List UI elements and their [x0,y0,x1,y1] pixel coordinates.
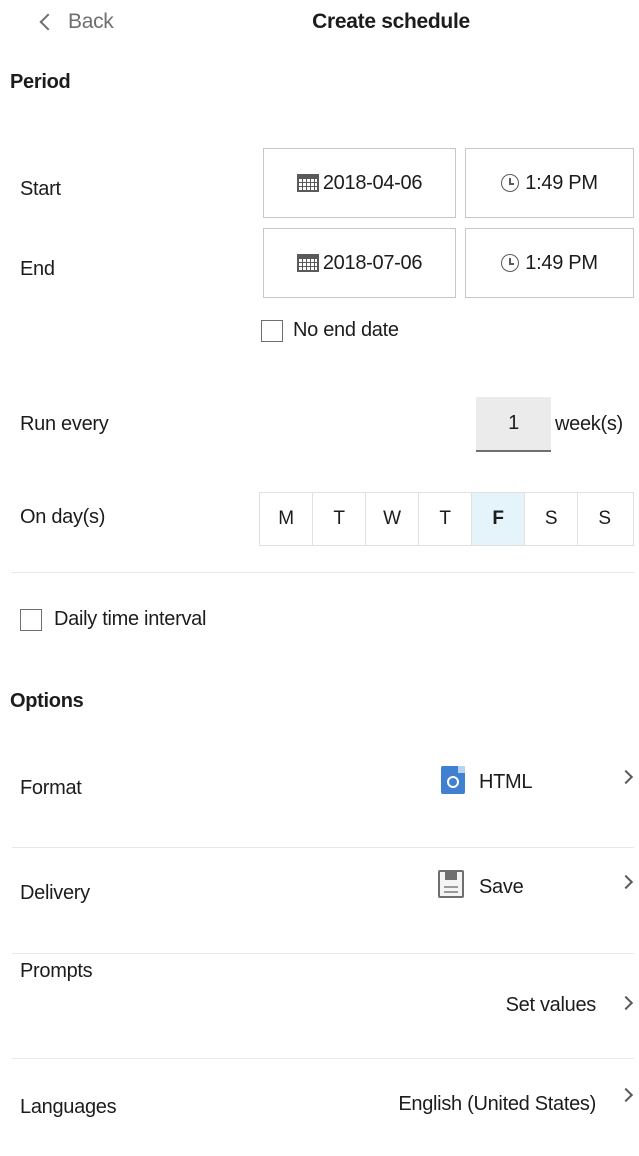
format-row[interactable]: Format HTML [0,745,639,845]
no-end-date-checkbox[interactable] [261,319,283,342]
prompts-value: Set values [505,994,597,1016]
start-date-value: 2018-04-06 [322,171,423,194]
no-end-date-label: No end date [293,319,399,341]
chevron-right-icon [618,769,634,785]
end-time-value: 1:49 PM [525,251,598,274]
day-picker: M T W T F S S [259,492,634,546]
run-every-label: Run every [20,413,109,435]
calendar-icon [296,254,319,272]
page-title: Create schedule [312,10,470,33]
run-every-value: 1 [508,412,519,434]
end-date-value: 2018-07-06 [322,251,423,274]
daily-time-interval-option[interactable]: Daily time interval [20,608,206,631]
chevron-right-icon [618,874,634,890]
start-label: Start [20,178,61,200]
end-date-field[interactable]: 2018-07-06 [263,228,456,298]
prompts-row[interactable]: Prompts Set values [0,955,639,1055]
end-time-field[interactable]: 1:49 PM [465,228,634,298]
html-file-icon [441,766,465,794]
format-label: Format [20,777,82,799]
day-tuesday[interactable]: T [313,493,366,545]
period-heading: Period [10,71,71,93]
daily-time-interval-checkbox[interactable] [20,608,42,631]
daily-time-interval-label: Daily time interval [54,608,207,630]
clock-icon [501,174,520,192]
languages-row[interactable]: Languages English (United States) [0,1060,639,1150]
end-label: End [20,258,55,280]
chevron-right-icon [618,1087,634,1103]
format-value: HTML [479,771,533,793]
prompts-label: Prompts [20,960,93,982]
delivery-row[interactable]: Delivery Save [0,850,639,950]
save-icon [438,870,464,898]
languages-label: Languages [20,1096,117,1118]
day-friday[interactable]: F [472,493,525,545]
run-every-input[interactable]: 1 [476,397,551,452]
divider [12,1058,634,1059]
divider [12,847,634,848]
day-sunday[interactable]: S [578,493,631,545]
day-wednesday[interactable]: W [366,493,419,545]
chevron-right-icon [618,995,634,1011]
divider [12,572,634,573]
delivery-label: Delivery [20,882,90,904]
no-end-date-option[interactable]: No end date [261,319,399,342]
start-date-field[interactable]: 2018-04-06 [263,148,456,218]
calendar-icon [296,174,319,192]
run-every-unit: week(s) [555,413,623,435]
on-days-label: On day(s) [20,506,106,528]
clock-icon [501,254,520,272]
divider [12,953,634,954]
day-monday[interactable]: M [260,493,313,545]
start-time-field[interactable]: 1:49 PM [465,148,634,218]
languages-value: English (United States) [398,1093,596,1115]
delivery-value: Save [479,876,524,898]
options-heading: Options [10,690,84,712]
day-thursday[interactable]: T [419,493,472,545]
day-saturday[interactable]: S [525,493,578,545]
start-time-value: 1:49 PM [525,171,598,194]
